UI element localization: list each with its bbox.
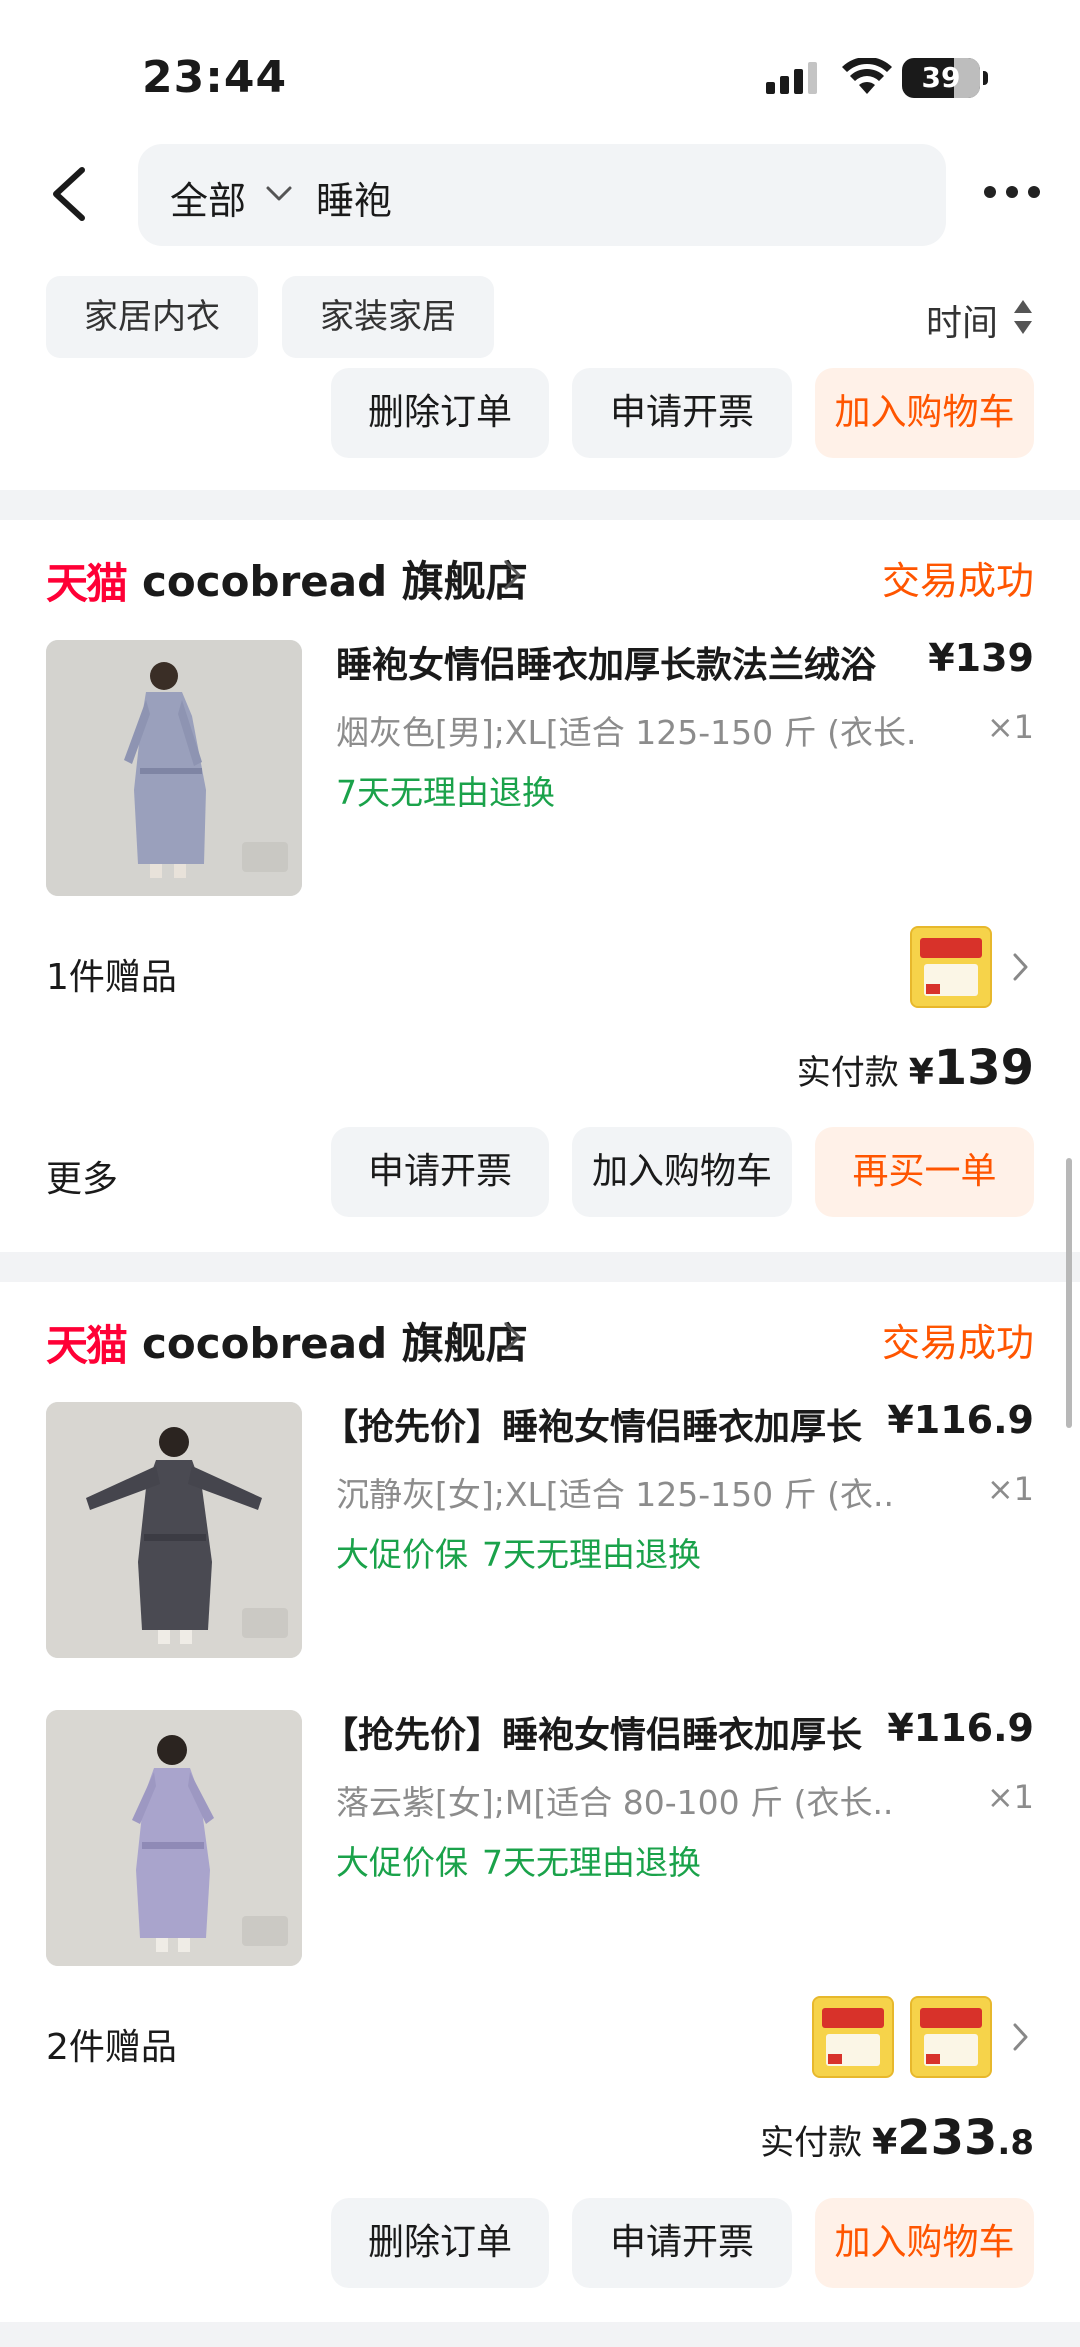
- gift-image[interactable]: [812, 1996, 894, 2078]
- delete-order-button[interactable]: 删除订单: [331, 2198, 549, 2288]
- sort-by-time[interactable]: 时间: [926, 294, 998, 346]
- status-time: 23:44: [142, 52, 288, 103]
- gift-image[interactable]: [910, 926, 992, 1008]
- section-divider: [0, 1252, 1080, 1282]
- request-invoice-button[interactable]: 申请开票: [572, 2198, 792, 2288]
- product-price: ¥139: [928, 636, 1034, 680]
- add-to-cart-button[interactable]: 加入购物车: [815, 368, 1034, 458]
- tag-price-protection: 大促价保: [336, 1843, 468, 1882]
- product-quantity: ×1: [986, 1778, 1034, 1816]
- chevron-right-icon[interactable]: [502, 558, 524, 592]
- product-title[interactable]: 【抢先价】睡袍女情侣睡衣加厚长: [322, 1706, 892, 1758]
- battery-icon: 39: [902, 58, 988, 98]
- section-divider: [0, 2322, 1080, 2347]
- gift-count[interactable]: 2件赠品: [46, 2018, 177, 2070]
- paid-amount: 实付款 ¥233.8: [760, 2110, 1034, 2166]
- product-title[interactable]: 【抢先价】睡袍女情侣睡衣加厚长: [322, 1398, 892, 1450]
- gift-image[interactable]: [910, 1996, 992, 2078]
- section-divider: [0, 490, 1080, 520]
- search-scope-dropdown[interactable]: 全部: [170, 170, 246, 225]
- chevron-down-icon[interactable]: [264, 178, 294, 208]
- product-title[interactable]: 睡袍女情侣睡衣加厚长款法兰绒浴: [336, 636, 916, 688]
- add-to-cart-button[interactable]: 加入购物车: [572, 1127, 792, 1217]
- request-invoice-button[interactable]: 申请开票: [331, 1127, 549, 1217]
- filter-chip[interactable]: 家居内衣: [46, 276, 258, 358]
- store-header[interactable]: 天猫 cocobread 旗舰店: [46, 546, 646, 608]
- paid-integer: 233: [897, 2110, 998, 2166]
- delete-order-button[interactable]: 删除订单: [331, 368, 549, 458]
- order-status: 交易成功: [881, 559, 1034, 603]
- chevron-right-icon[interactable]: [1012, 952, 1030, 982]
- sort-toggle-icon[interactable]: [1012, 298, 1034, 336]
- tag-return-policy: 7天无理由退换: [482, 1535, 701, 1574]
- product-sku: 落云紫[女];M[适合 80-100 斤 (衣长...: [336, 1783, 896, 1822]
- paid-decimal: .8: [997, 2123, 1034, 2163]
- product-image[interactable]: [46, 1402, 302, 1658]
- filter-chip[interactable]: 家装家居: [282, 276, 494, 358]
- gift-count[interactable]: 1件赠品: [46, 948, 177, 1000]
- search-box[interactable]: 全部 睡袍: [138, 144, 946, 246]
- buy-again-button[interactable]: 再买一单: [815, 1127, 1034, 1217]
- order-status: 交易成功: [881, 1321, 1034, 1365]
- paid-label: 实付款: [760, 2123, 863, 2163]
- product-tags: 大促价保 7天无理由退换: [336, 1836, 715, 1884]
- back-arrow-icon[interactable]: [46, 166, 94, 222]
- scrollbar[interactable]: [1066, 1158, 1072, 1428]
- store-header[interactable]: 天猫 cocobread 旗舰店: [46, 1308, 646, 1370]
- store-name[interactable]: cocobread 旗舰店: [142, 1310, 528, 1371]
- tag-return-policy: 7天无理由退换: [482, 1843, 701, 1882]
- tag-return-policy: 7天无理由退换: [336, 773, 555, 812]
- paid-integer: 139: [933, 1040, 1034, 1096]
- product-image[interactable]: [46, 640, 302, 896]
- tmall-logo: 天猫: [46, 559, 128, 608]
- paid-amount: 实付款 ¥139: [797, 1040, 1034, 1096]
- product-tags: 7天无理由退换: [336, 766, 569, 814]
- more-options-icon[interactable]: [980, 172, 1044, 212]
- product-price: ¥116.9: [887, 1398, 1034, 1442]
- tag-price-protection: 大促价保: [336, 1535, 468, 1574]
- battery-level: 39: [921, 61, 961, 94]
- paid-label: 实付款: [796, 1053, 899, 1093]
- paid-currency: ¥: [908, 1052, 934, 1093]
- store-name[interactable]: cocobread 旗舰店: [142, 548, 528, 609]
- wifi-icon: [842, 58, 892, 94]
- search-input[interactable]: 睡袍: [316, 170, 392, 225]
- cellular-signal-icon: [766, 62, 817, 94]
- status-bar: 23:44 39: [0, 0, 1080, 140]
- product-quantity: ×1: [986, 1470, 1034, 1508]
- add-to-cart-button[interactable]: 加入购物车: [815, 2198, 1034, 2288]
- product-quantity: ×1: [986, 708, 1034, 746]
- product-sku: 烟灰色[男];XL[适合 125-150 斤 (衣长...: [336, 713, 916, 752]
- tmall-logo: 天猫: [46, 1321, 128, 1370]
- paid-currency: ¥: [872, 2122, 898, 2163]
- product-image[interactable]: [46, 1710, 302, 1966]
- chevron-right-icon[interactable]: [1012, 2022, 1030, 2052]
- chevron-right-icon[interactable]: [502, 1320, 524, 1354]
- product-sku: 沉静灰[女];XL[适合 125-150 斤 (衣...: [336, 1475, 896, 1514]
- product-tags: 大促价保 7天无理由退换: [336, 1528, 715, 1576]
- request-invoice-button[interactable]: 申请开票: [572, 368, 792, 458]
- more-actions-link[interactable]: 更多: [46, 1150, 118, 1202]
- product-price: ¥116.9: [887, 1706, 1034, 1750]
